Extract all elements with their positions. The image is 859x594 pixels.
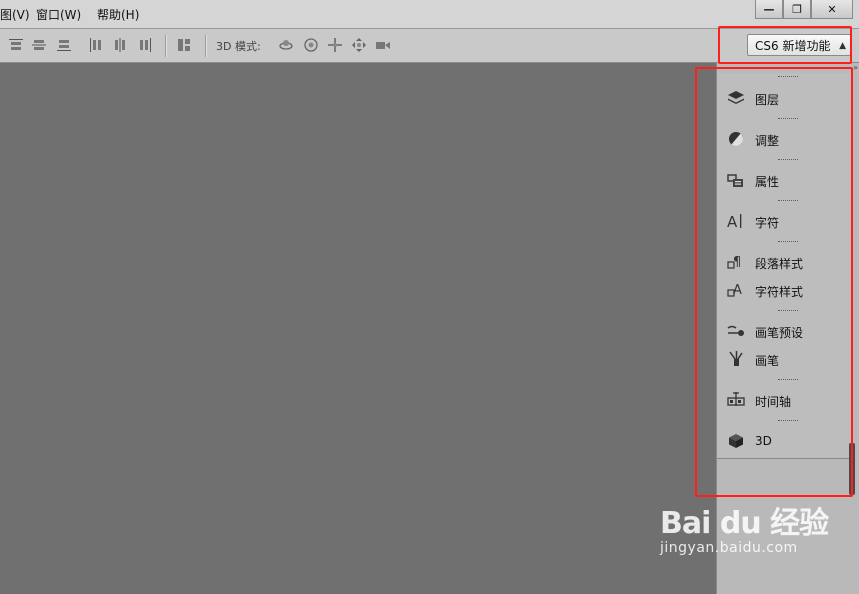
toolbar-separator: [165, 35, 167, 57]
3d-scale-icon[interactable]: [375, 37, 391, 53]
align-left-edges-icon[interactable]: [88, 37, 104, 53]
restore-button[interactable]: ❐: [783, 0, 811, 19]
3d-roll-icon[interactable]: [303, 37, 319, 53]
align-horizontal-centers-icon[interactable]: [112, 37, 128, 53]
3d-mode-label: 3D 模式:: [216, 40, 261, 53]
close-button[interactable]: ✕: [811, 0, 853, 19]
watermark-logo: Bai du 经验: [660, 506, 829, 541]
3d-slide-icon[interactable]: [351, 37, 367, 53]
highlight-panels-box: [695, 67, 853, 497]
watermark-site: jingyan.baidu.com: [660, 540, 798, 556]
highlight-workspace-box: [718, 26, 852, 64]
align-vertical-centers-icon[interactable]: [31, 37, 47, 53]
toolbar-separator: [205, 35, 207, 57]
menu-help[interactable]: 帮助(H): [97, 6, 139, 23]
window-controls: — ❐ ✕: [755, 0, 853, 19]
document-canvas-area[interactable]: [0, 63, 716, 594]
baidu-jingyan-watermark: Bai du 经验 jingyan.baidu.com: [660, 498, 829, 556]
align-right-edges-icon[interactable]: [137, 37, 153, 53]
menu-window[interactable]: 窗口(W): [36, 6, 81, 23]
align-bottom-edges-icon[interactable]: [56, 37, 72, 53]
align-top-edges-icon[interactable]: [8, 37, 24, 53]
3d-orbit-icon[interactable]: [278, 37, 294, 53]
menu-view[interactable]: 图(V): [0, 6, 30, 23]
auto-align-layers-icon[interactable]: [176, 37, 192, 53]
3d-pan-icon[interactable]: [327, 37, 343, 53]
minimize-button[interactable]: —: [755, 0, 783, 19]
menu-bar: 图(V) 窗口(W) 帮助(H) — ❐ ✕: [0, 0, 859, 29]
